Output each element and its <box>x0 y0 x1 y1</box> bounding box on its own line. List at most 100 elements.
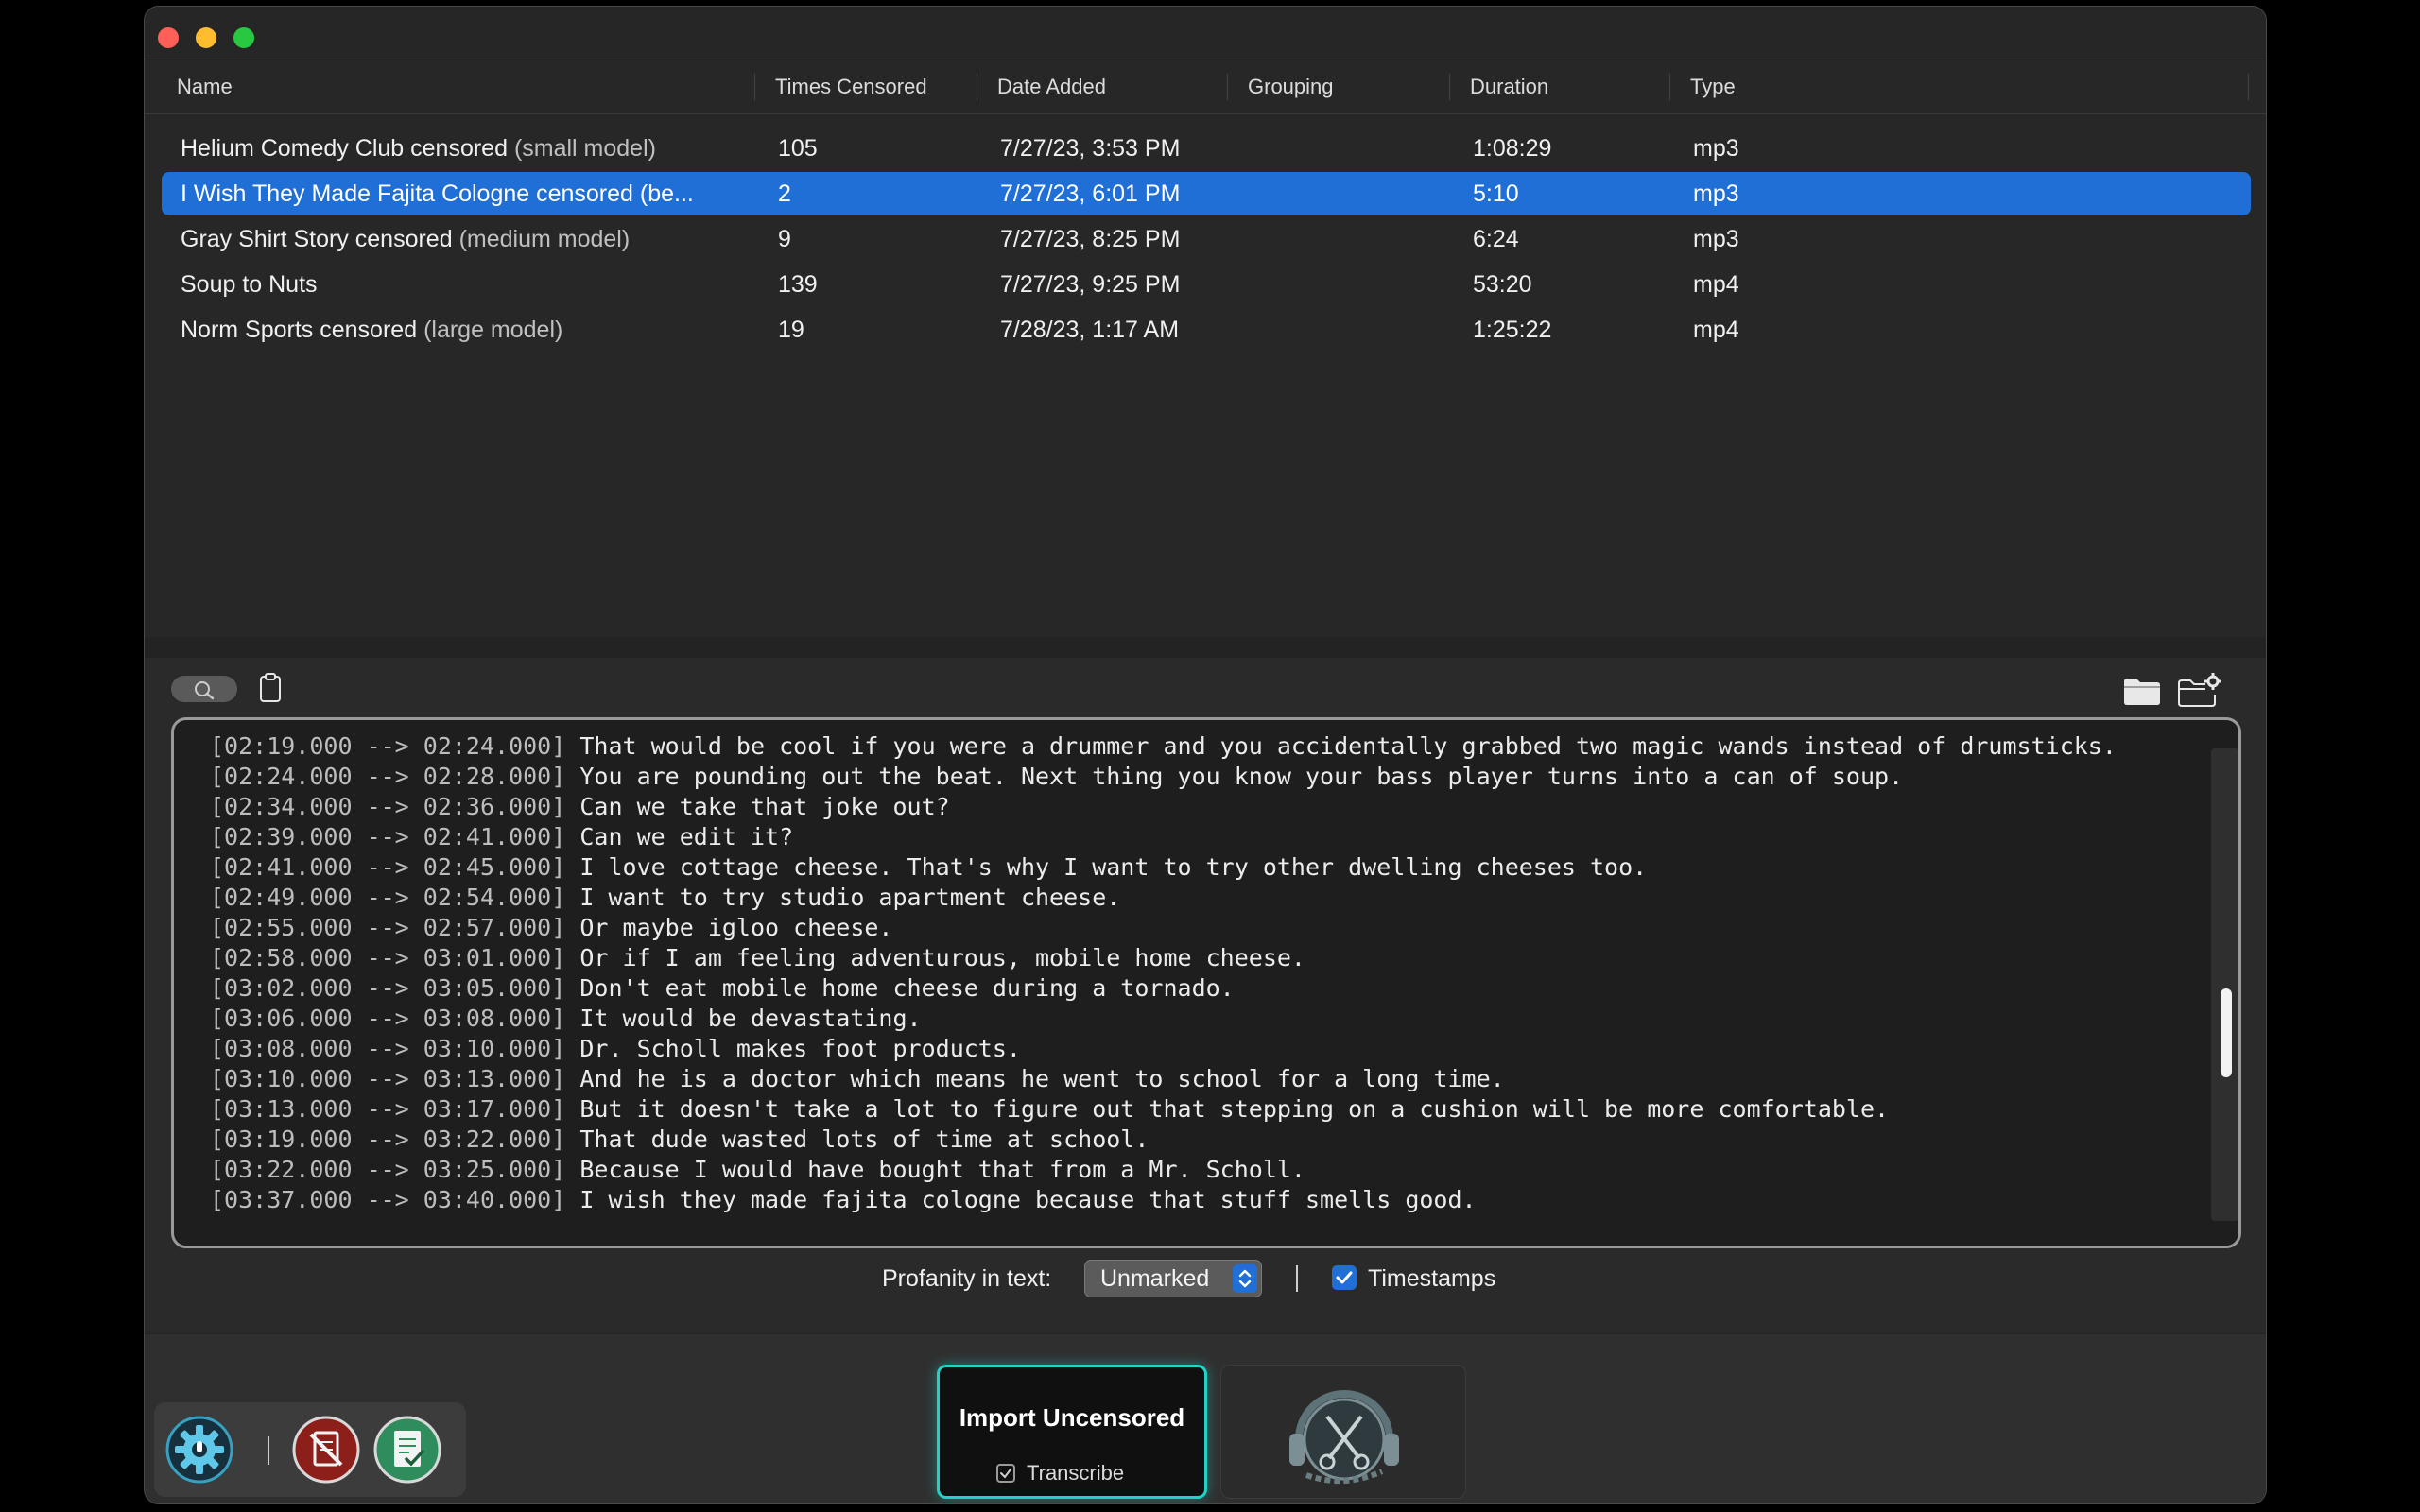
transcript-line: [02:34.000 --> 02:36.000] Can we take th… <box>210 793 950 820</box>
report-button[interactable] <box>373 1416 441 1484</box>
cell-type: mp3 <box>1693 180 1739 207</box>
transcript-line: [03:02.000 --> 03:05.000] Don't eat mobi… <box>210 974 1235 1002</box>
column-header-type[interactable]: Type <box>1690 60 1736 113</box>
cell-times-censored: 9 <box>778 226 791 252</box>
options-row: Profanity in text: Unmarked Timestamps <box>145 1256 2266 1301</box>
scrollbar-thumb[interactable] <box>2221 988 2232 1077</box>
table-row[interactable]: Soup to Nuts 139 7/27/23, 9:25 PM 53:20 … <box>162 263 2251 306</box>
column-divider[interactable] <box>2248 74 2249 100</box>
column-divider[interactable] <box>754 74 755 100</box>
cell-duration: 1:25:22 <box>1473 317 1552 343</box>
minimize-window-button[interactable] <box>196 27 216 48</box>
transcribe-checkbox[interactable] <box>996 1464 1015 1483</box>
column-divider[interactable] <box>1227 74 1228 100</box>
transcript-line: [02:55.000 --> 02:57.000] Or maybe igloo… <box>210 914 893 941</box>
timestamps-checkbox[interactable] <box>1332 1265 1357 1290</box>
vertical-scrollbar[interactable] <box>2211 748 2238 1221</box>
column-header-duration[interactable]: Duration <box>1470 60 1548 113</box>
transcript-line: [02:24.000 --> 02:28.000] You are poundi… <box>210 763 1904 790</box>
transcript-line: [02:19.000 --> 02:24.000] That would be … <box>210 732 2117 760</box>
search-icon <box>195 681 215 700</box>
checkmark-icon <box>1000 1469 1011 1479</box>
cell-duration: 1:08:29 <box>1473 135 1552 162</box>
table-row-selected[interactable]: I Wish They Made Fajita Cologne censored… <box>162 172 2251 215</box>
import-uncensored-label: Import Uncensored <box>959 1403 1185 1432</box>
options-separator <box>1296 1265 1298 1292</box>
cell-date-added: 7/27/23, 9:25 PM <box>1000 271 1181 298</box>
transcript-line: [02:41.000 --> 02:45.000] I love cottage… <box>210 853 1648 881</box>
gear-icon <box>165 1416 233 1484</box>
cell-duration: 6:24 <box>1473 226 1519 252</box>
table-header: Name Times Censored Date Added Grouping … <box>145 60 2266 114</box>
search-toggle[interactable] <box>171 676 237 702</box>
transcript-line: [03:06.000 --> 03:08.000] It would be de… <box>210 1005 922 1032</box>
transcript-toolbar <box>145 659 2266 715</box>
column-header-grouping[interactable]: Grouping <box>1248 60 1334 113</box>
cell-times-censored: 139 <box>778 271 818 298</box>
folder-icon[interactable] <box>2122 676 2162 706</box>
transcript-line: [02:39.000 --> 02:41.000] Can we edit it… <box>210 823 794 850</box>
cell-grouping <box>1251 127 1440 170</box>
cell-name: Soup to Nuts <box>181 271 318 298</box>
column-header-date-added[interactable]: Date Added <box>997 60 1106 113</box>
transcript-line: [03:10.000 --> 03:13.000] And he is a do… <box>210 1065 1505 1092</box>
cell-name: Helium Comedy Club censored (small model… <box>181 135 656 162</box>
column-header-name[interactable]: Name <box>177 60 233 113</box>
no-document-icon <box>292 1416 360 1484</box>
clipboard-icon[interactable] <box>258 672 283 704</box>
cell-name: Gray Shirt Story censored (medium model) <box>181 226 631 252</box>
checklist-icon <box>373 1416 441 1484</box>
cell-name: I Wish They Made Fajita Cologne censored… <box>181 180 694 207</box>
cell-grouping <box>1251 263 1440 306</box>
checkmark-icon <box>1336 1271 1353 1284</box>
table-row[interactable]: Norm Sports censored (large model) 19 7/… <box>162 308 2251 352</box>
settings-button[interactable] <box>165 1416 233 1484</box>
dock-separator <box>268 1436 269 1465</box>
transcript-line: [02:58.000 --> 03:01.000] Or if I am fee… <box>210 944 1305 971</box>
cell-times-censored: 105 <box>778 135 818 162</box>
table-row[interactable]: Helium Comedy Club censored (small model… <box>162 127 2251 170</box>
media-table: Name Times Censored Date Added Grouping … <box>145 60 2266 646</box>
cell-date-added: 7/27/23, 3:53 PM <box>1000 135 1181 162</box>
cell-date-added: 7/27/23, 8:25 PM <box>1000 226 1181 252</box>
cell-date-added: 7/27/23, 6:01 PM <box>1000 180 1181 207</box>
profanity-select-value: Unmarked <box>1100 1265 1210 1292</box>
title-bar <box>145 7 2266 60</box>
transcribe-label[interactable]: Transcribe <box>1027 1458 1124 1488</box>
cell-grouping <box>1251 217 1440 261</box>
close-window-button[interactable] <box>158 27 179 48</box>
column-header-times-censored[interactable]: Times Censored <box>775 60 927 113</box>
tool-dock <box>154 1402 466 1497</box>
cell-duration: 53:20 <box>1473 271 1532 298</box>
transcript-line: [03:37.000 --> 03:40.000] I wish they ma… <box>210 1186 1477 1213</box>
cell-grouping <box>1251 308 1440 352</box>
transcript-line: [03:19.000 --> 03:22.000] That dude wast… <box>210 1125 1150 1153</box>
timestamps-label[interactable]: Timestamps <box>1368 1256 1495 1301</box>
cell-times-censored: 19 <box>778 317 804 343</box>
transcript-line: [02:49.000 --> 02:54.000] I want to try … <box>210 884 1121 911</box>
cell-date-added: 7/28/23, 1:17 AM <box>1000 317 1180 343</box>
app-logo-button[interactable] <box>1220 1365 1466 1499</box>
transcript-line: [03:13.000 --> 03:17.000] But it doesn't… <box>210 1095 1890 1123</box>
updown-chevron-icon <box>1233 1264 1257 1293</box>
column-divider[interactable] <box>1669 74 1670 100</box>
transcript-line: [03:22.000 --> 03:25.000] Because I woul… <box>210 1156 1305 1183</box>
headphones-scissors-icon <box>1289 1390 1399 1485</box>
split-divider[interactable] <box>145 637 2266 658</box>
profanity-select[interactable]: Unmarked <box>1084 1260 1262 1297</box>
cell-type: mp3 <box>1693 226 1739 252</box>
profanity-label: Profanity in text: <box>882 1265 1052 1292</box>
censor-button[interactable] <box>292 1416 360 1484</box>
maximize-window-button[interactable] <box>233 27 254 48</box>
bottom-bar: Import Uncensored Transcribe <box>145 1333 2266 1503</box>
cell-name: Norm Sports censored (large model) <box>181 317 563 343</box>
transcript-text-view[interactable]: [02:19.000 --> 02:24.000] That would be … <box>171 717 2241 1248</box>
column-divider[interactable] <box>1449 74 1450 100</box>
table-row[interactable]: Gray Shirt Story censored (medium model)… <box>162 217 2251 261</box>
app-window: Name Times Censored Date Added Grouping … <box>144 6 2267 1504</box>
cell-type: mp4 <box>1693 317 1739 343</box>
folder-gear-icon[interactable] <box>2177 672 2222 708</box>
cell-times-censored: 2 <box>778 180 791 207</box>
import-uncensored-button[interactable]: Import Uncensored Transcribe <box>937 1365 1207 1499</box>
transcript-line: [03:08.000 --> 03:10.000] Dr. Scholl mak… <box>210 1035 1021 1062</box>
